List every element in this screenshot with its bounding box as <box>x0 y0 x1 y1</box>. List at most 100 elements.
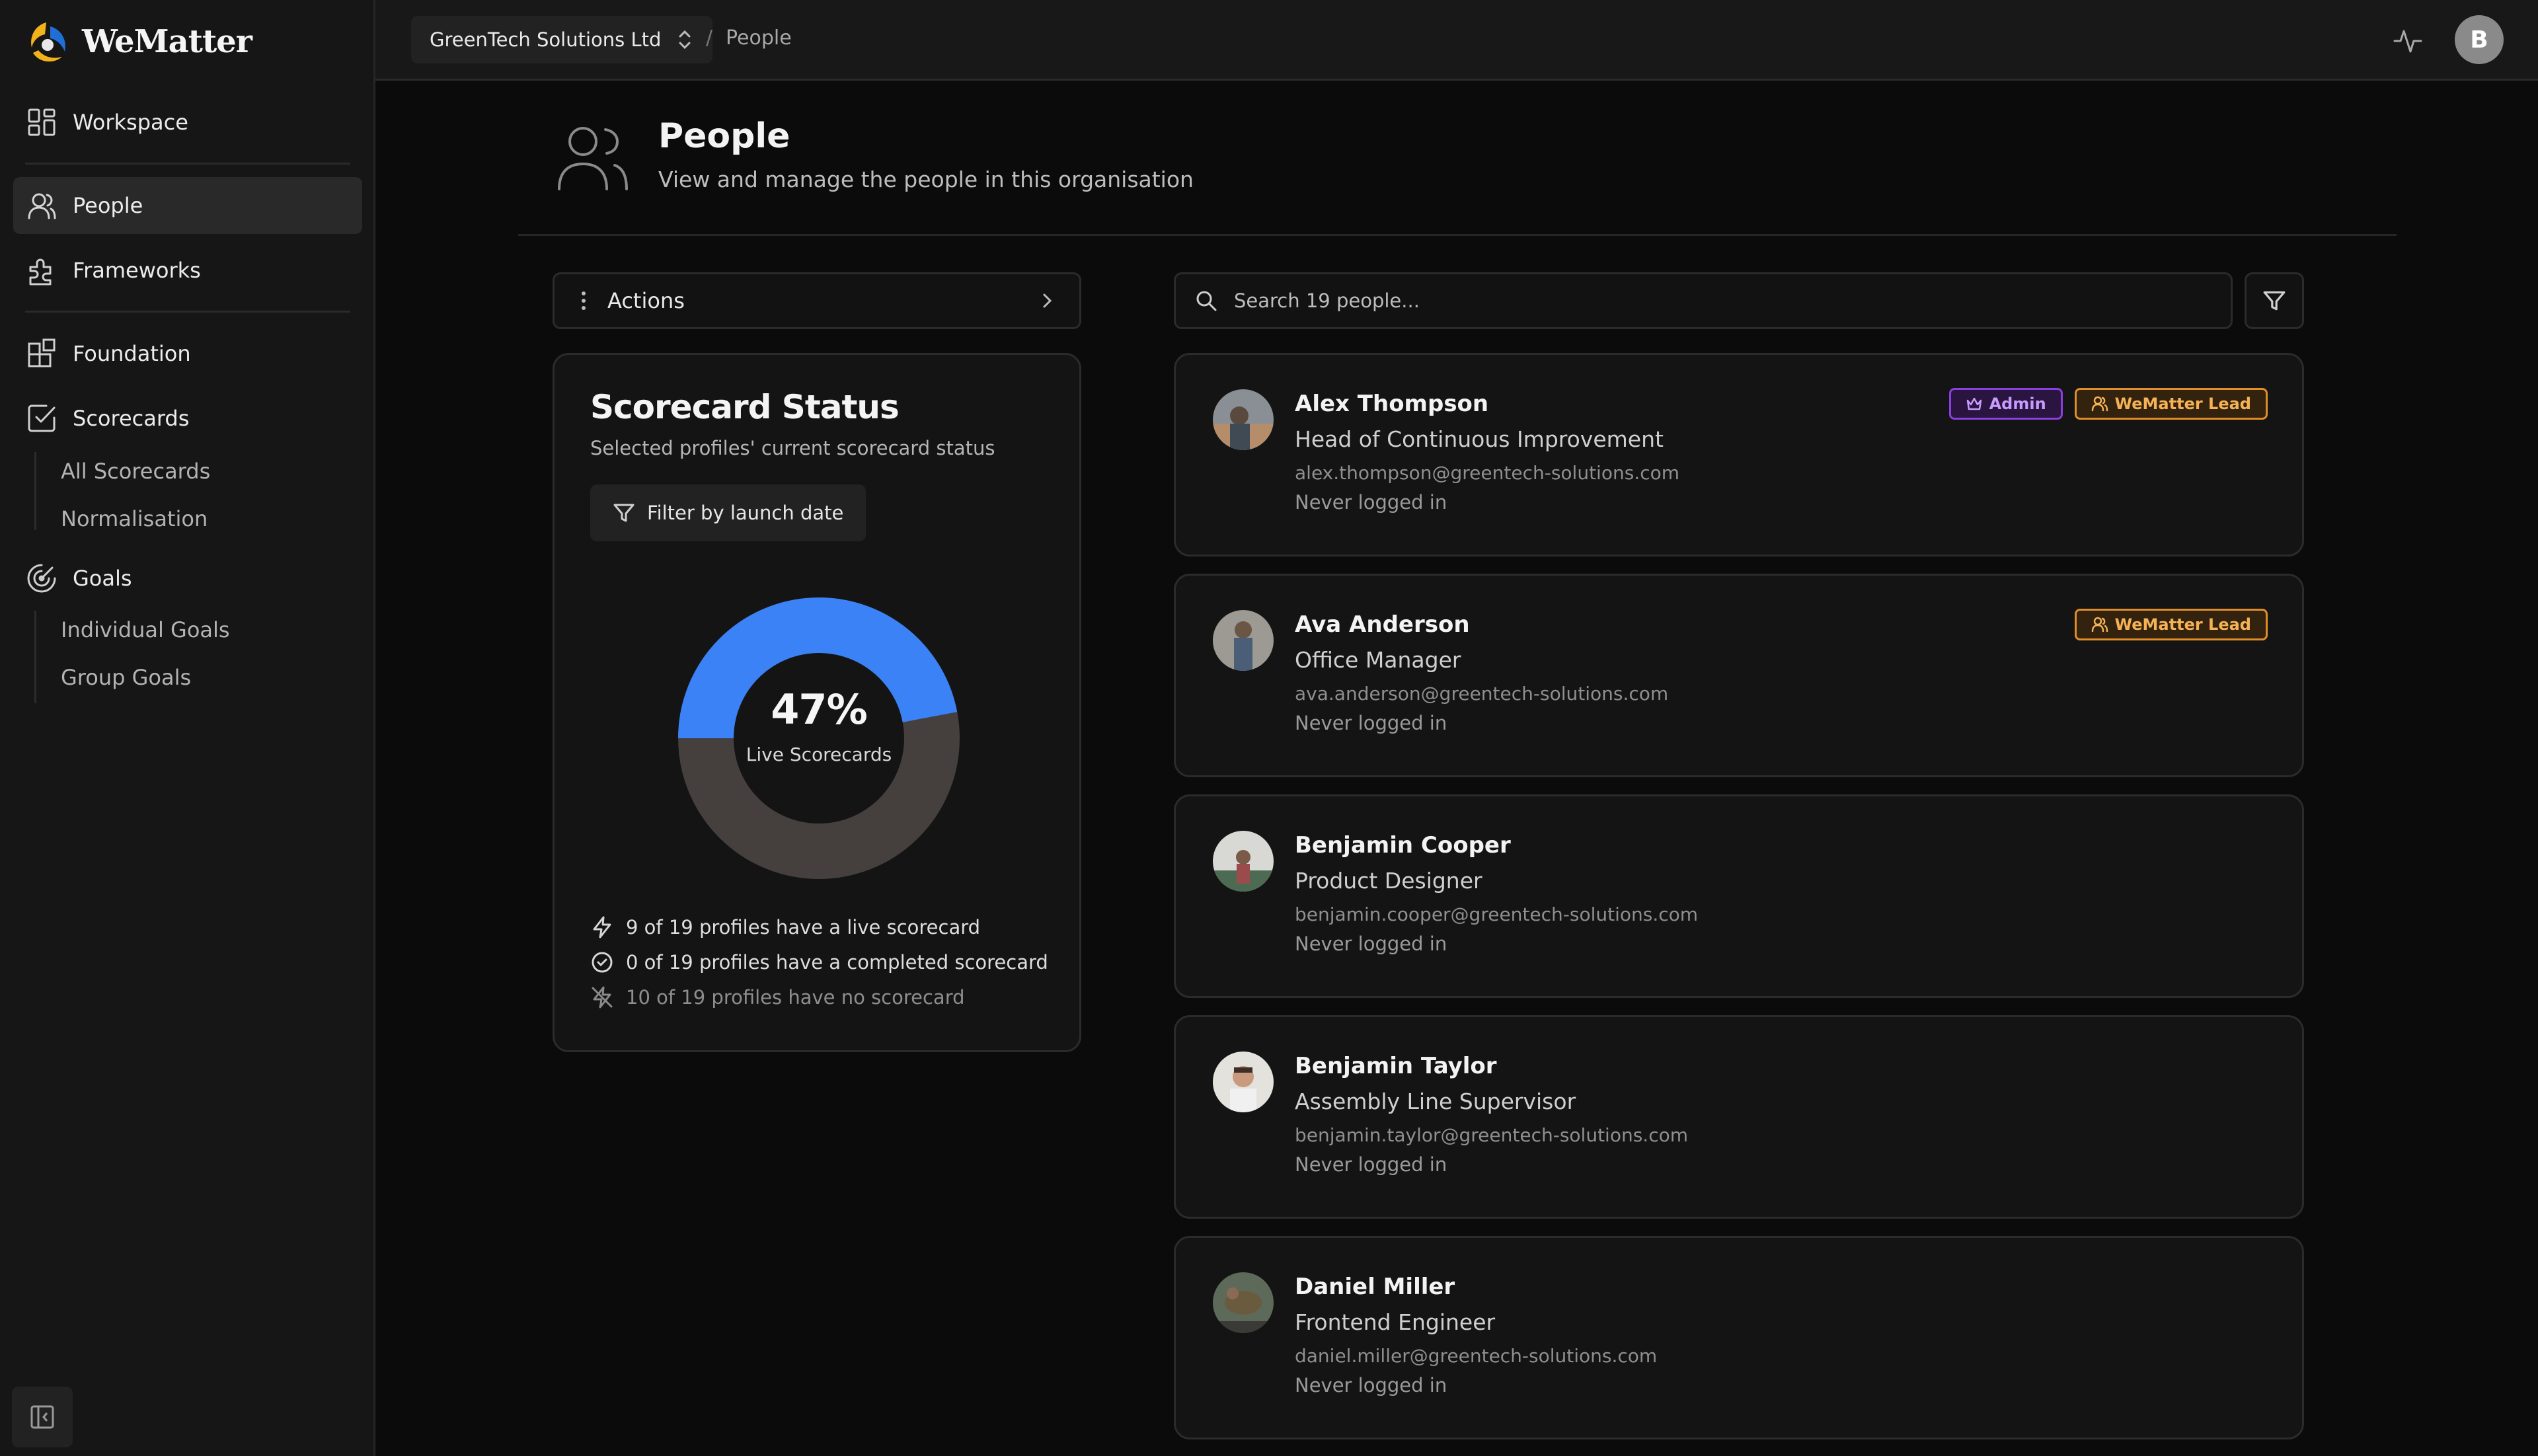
person-role: Head of Continuous Improvement <box>1295 426 1664 452</box>
stat-live: 9 of 19 profiles have a live scorecard <box>590 913 980 942</box>
breadcrumb[interactable]: People <box>726 26 792 50</box>
person-last-login: Never logged in <box>1295 933 1447 955</box>
header-divider <box>518 234 2397 236</box>
badge-label: WeMatter Lead <box>2114 395 2251 413</box>
person-role: Office Manager <box>1295 647 1461 673</box>
person-badges: WeMatter Lead <box>2074 609 2268 640</box>
sidebar-item-label: Goals <box>73 566 132 591</box>
sidebar-item-label: Foundation <box>73 341 191 366</box>
breadcrumb-separator: / <box>706 26 713 50</box>
person-card[interactable]: Benjamin Cooper Product Designer benjami… <box>1174 794 2304 998</box>
actions-label: Actions <box>607 288 685 313</box>
sidebar-item-workspace[interactable]: Workspace <box>13 94 362 151</box>
sidebar-sub-normalisation[interactable]: Normalisation <box>61 498 208 539</box>
person-name: Alex Thompson <box>1295 391 1489 417</box>
person-email: benjamin.cooper@greentech-solutions.com <box>1295 903 1699 925</box>
org-name: GreenTech Solutions Ltd <box>430 28 662 51</box>
avatar <box>1213 1272 1274 1333</box>
lead-badge: WeMatter Lead <box>2074 388 2268 420</box>
filter-launch-date-button[interactable]: Filter by launch date <box>590 484 866 541</box>
checkbox-icon <box>25 402 58 435</box>
lightning-icon <box>593 916 611 939</box>
sidebar-sub-all-scorecards[interactable]: All Scorecards <box>61 451 210 492</box>
blocks-icon <box>25 337 58 370</box>
sidebar-sub-group-goals[interactable]: Group Goals <box>61 657 191 698</box>
sidebar-item-frameworks[interactable]: Frameworks <box>13 242 362 299</box>
topbar: GreenTech Solutions Ltd / People B <box>375 0 2538 81</box>
activity-icon[interactable] <box>2393 25 2423 56</box>
sidebar-divider <box>25 163 350 165</box>
page-title: People <box>658 116 790 156</box>
filter-icon <box>613 504 634 522</box>
sidebar-item-label: Frameworks <box>73 258 201 283</box>
donut-percent: 47% <box>771 685 867 734</box>
grid-icon <box>25 106 58 139</box>
status-title: Scorecard Status <box>590 388 900 426</box>
chevron-right-icon <box>1043 293 1052 308</box>
users-icon <box>2091 396 2108 412</box>
filter-icon <box>2263 291 2286 311</box>
sidebar: WeMatter Workspace People Frameworks Fou… <box>0 0 375 1456</box>
brand[interactable]: WeMatter <box>24 19 252 65</box>
brand-name: WeMatter <box>82 23 252 60</box>
person-email: ava.anderson@greentech-solutions.com <box>1295 683 1669 705</box>
sidebar-item-label: Workspace <box>73 110 188 135</box>
badge-label: Admin <box>1989 395 2046 413</box>
person-card[interactable]: Daniel Miller Frontend Engineer daniel.m… <box>1174 1236 2304 1439</box>
person-role: Assembly Line Supervisor <box>1295 1089 1576 1114</box>
lightning-off-icon <box>592 986 613 1009</box>
person-card[interactable]: Ava Anderson Office Manager ava.anderson… <box>1174 574 2304 777</box>
filter-launch-date-label: Filter by launch date <box>647 502 844 524</box>
people-filter-button[interactable] <box>2245 272 2304 329</box>
stat-text: 10 of 19 profiles have no scorecard <box>626 986 965 1009</box>
sidebar-collapse-icon <box>30 1405 54 1429</box>
person-card[interactable]: Alex Thompson Head of Continuous Improve… <box>1174 353 2304 556</box>
person-email: alex.thompson@greentech-solutions.com <box>1295 462 1679 484</box>
search-icon <box>1196 291 1217 311</box>
org-selector[interactable]: GreenTech Solutions Ltd <box>411 16 713 63</box>
person-last-login: Never logged in <box>1295 712 1447 734</box>
stat-none: 10 of 19 profiles have no scorecard <box>590 983 965 1012</box>
admin-badge: Admin <box>1948 388 2063 420</box>
avatar <box>1213 831 1274 892</box>
person-last-login: Never logged in <box>1295 1374 1447 1397</box>
puzzle-icon <box>25 254 58 287</box>
avatar <box>1213 1052 1274 1112</box>
check-circle-icon <box>592 952 613 973</box>
badge-label: WeMatter Lead <box>2114 615 2251 634</box>
scorecard-status-card: Scorecard Status Selected profiles' curr… <box>553 353 1081 1052</box>
scorecard-donut-chart <box>678 597 960 879</box>
sidebar-item-foundation[interactable]: Foundation <box>13 325 362 382</box>
user-avatar[interactable]: B <box>2455 15 2504 64</box>
people-search <box>1174 272 2233 329</box>
sidebar-divider <box>25 311 350 313</box>
sidebar-item-goals[interactable]: Goals <box>13 550 362 607</box>
actions-button[interactable]: Actions <box>553 272 1081 329</box>
users-icon <box>25 189 58 222</box>
collapse-sidebar-button[interactable] <box>12 1387 73 1447</box>
people-header-icon <box>558 127 628 190</box>
target-icon <box>25 562 58 595</box>
person-last-login: Never logged in <box>1295 1153 1447 1176</box>
status-subtitle: Selected profiles' current scorecard sta… <box>590 437 995 459</box>
chevron-up-down-icon <box>679 30 691 50</box>
submenu-guide <box>34 611 36 703</box>
sidebar-item-label: Scorecards <box>73 406 190 431</box>
person-role: Frontend Engineer <box>1295 1309 1496 1335</box>
crown-icon <box>1966 397 1981 410</box>
person-name: Benjamin Taylor <box>1295 1053 1497 1079</box>
person-card[interactable]: Benjamin Taylor Assembly Line Supervisor… <box>1174 1015 2304 1219</box>
page-subtitle: View and manage the people in this organ… <box>658 167 1194 192</box>
sidebar-item-people[interactable]: People <box>13 177 362 234</box>
stat-text: 0 of 19 profiles have a completed scorec… <box>626 951 1048 974</box>
person-name: Daniel Miller <box>1295 1274 1455 1300</box>
sidebar-sub-individual-goals[interactable]: Individual Goals <box>61 609 230 650</box>
search-input[interactable] <box>1234 289 2231 312</box>
sidebar-item-label: People <box>73 193 143 218</box>
person-name: Ava Anderson <box>1295 611 1470 638</box>
stat-completed: 0 of 19 profiles have a completed scorec… <box>590 948 1048 977</box>
person-last-login: Never logged in <box>1295 491 1447 514</box>
stat-text: 9 of 19 profiles have a live scorecard <box>626 916 981 939</box>
sidebar-item-scorecards[interactable]: Scorecards <box>13 390 362 447</box>
app-root: WeMatter Workspace People Frameworks Fou… <box>0 0 2538 1456</box>
